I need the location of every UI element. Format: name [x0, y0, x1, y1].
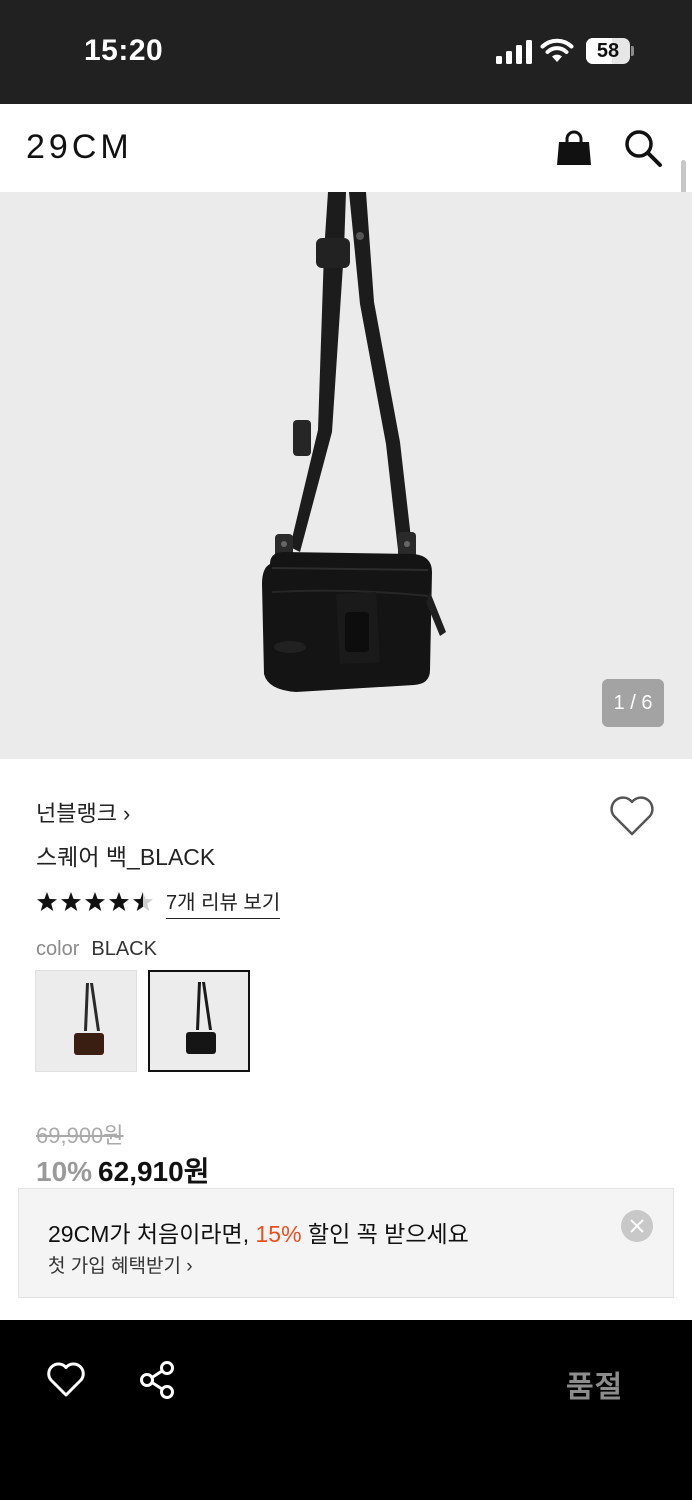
color-swatch-black[interactable] [148, 970, 250, 1072]
wifi-icon [540, 38, 574, 62]
heart-icon[interactable] [46, 1360, 86, 1400]
color-label: color [36, 938, 80, 960]
signup-benefit-link[interactable]: 첫 가입 혜택받기 › [48, 1251, 193, 1278]
chevron-right-icon: › [122, 801, 131, 826]
search-icon[interactable] [623, 128, 663, 168]
logo[interactable]: 29CM [26, 128, 133, 167]
review-link[interactable]: 7개 리뷰 보기 [166, 886, 281, 919]
status-time: 15:20 [84, 34, 164, 67]
signup-promo-banner[interactable]: 29CM가 처음이라면, 15% 할인 꼭 받으세요 첫 가입 혜택받기 › [18, 1188, 674, 1298]
discount-rate: 10% [36, 1156, 93, 1187]
image-counter: 1 / 6 [602, 679, 664, 727]
bag-thumbnail [74, 983, 104, 1055]
final-price: 62,910원 [98, 1156, 210, 1187]
promo-headline: 29CM가 처음이라면, 15% 할인 꼭 받으세요 [48, 1221, 469, 1247]
shopping-bag-icon[interactable] [554, 128, 594, 168]
bag-thumbnail [186, 982, 216, 1054]
color-swatch-brown[interactable] [35, 970, 137, 1072]
color-value: BLACK [91, 938, 157, 960]
rating-stars [37, 892, 153, 911]
bottom-action-bar [0, 1320, 692, 1500]
star-icon [109, 892, 129, 911]
price-row: 10% 62,910원 [36, 1150, 209, 1190]
brand-link[interactable]: 넌블랭크 › [36, 796, 130, 828]
color-row: color BLACK [36, 938, 157, 961]
battery-icon: 58 [586, 38, 634, 64]
soldout-button[interactable]: 품절 [566, 1362, 623, 1406]
star-icon [85, 892, 105, 911]
close-icon [630, 1219, 644, 1233]
close-button[interactable] [621, 1210, 653, 1242]
half-star-icon [133, 892, 153, 911]
battery-level: 58 [596, 40, 620, 62]
promo-discount: 15% [255, 1221, 302, 1247]
cellular-signal-icon [496, 40, 532, 64]
product-name: 스퀘어 백_BLACK [36, 844, 216, 870]
share-icon[interactable] [138, 1360, 178, 1400]
wishlist-heart-icon[interactable] [608, 794, 656, 838]
star-icon [61, 892, 81, 911]
brand-name: 넌블랭크 [36, 801, 117, 826]
status-bar: 15:20 58 [0, 0, 692, 104]
star-icon [37, 892, 57, 911]
bag-image [262, 192, 446, 692]
original-price: 69,900원 [36, 1123, 124, 1148]
product-image[interactable] [0, 192, 692, 759]
